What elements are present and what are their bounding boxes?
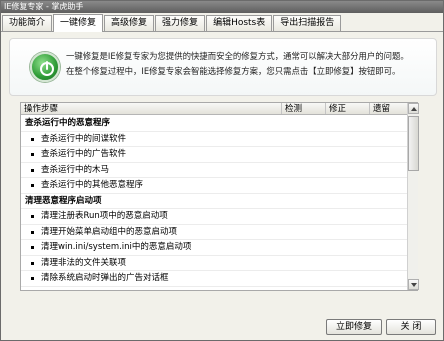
list-rows: 查杀运行中的恶意程序 查杀运行中的间谍软件 查杀运行中的广告软件 查杀运行中的木… — [21, 116, 407, 287]
repair-step-list: 操作步骤 检测 修正 遗留 查杀运行中的恶意程序 查杀运行中的间谍软件 查杀运行… — [20, 102, 419, 291]
list-item-label: 清理非法的文件关联项 — [41, 257, 127, 268]
bullet-icon — [31, 168, 34, 172]
tab-force-repair[interactable]: 强力修复 — [155, 15, 206, 31]
bullet-icon — [31, 261, 34, 265]
tab-one-click-repair[interactable]: 一键修复 — [53, 14, 104, 32]
list-item-label: 查杀运行中的木马 — [41, 164, 110, 175]
repair-now-button[interactable]: 立即修复 — [326, 319, 382, 335]
tab-function-intro[interactable]: 功能简介 — [2, 15, 53, 31]
list-item-label: 查杀运行中的广告软件 — [41, 149, 127, 159]
list-item[interactable]: 查杀运行中的广告软件 — [21, 147, 407, 163]
bullet-icon — [31, 184, 34, 187]
list-item-label: 清理win.ini/system.ini中的恶意启动项 — [41, 242, 192, 252]
list-item[interactable]: 查杀运行中的其他恶意程序 — [21, 178, 407, 194]
intro-line-1: 一键修复是IE修复专家为您提供的快捷而安全的修复方式，通常可以解决大部分用户的问… — [66, 51, 409, 61]
column-header-fix[interactable]: 修正 — [326, 103, 370, 114]
list-item-label: 查杀运行中的其他恶意程序 — [41, 180, 144, 190]
list-item[interactable]: 清理win.ini/system.ini中的恶意启动项 — [21, 240, 407, 256]
list-item-label: 清理注册表Run项中的恶意启动项 — [41, 211, 168, 221]
list-item-label: 清除系统启动时弹出的广告对话框 — [41, 273, 169, 283]
list-item[interactable]: 清除系统启动时弹出的广告对话框 — [21, 271, 407, 287]
list-item-label: 查杀运行中的间谍软件 — [41, 133, 127, 144]
close-button[interactable]: 关 闭 — [386, 319, 436, 335]
list-item[interactable]: 清理注册表Run项中的恶意启动项 — [21, 209, 407, 225]
intro-line-2: 在整个修复过程中，IE修复专家会智能选择修复方案，您只需点击【立即修复】按钮即可… — [66, 66, 401, 76]
column-header-remaining[interactable]: 遗留 — [370, 103, 407, 114]
title-bar: IE修复专家 - 掌虎助手 — [1, 1, 443, 13]
scroll-up-icon[interactable] — [408, 103, 419, 114]
tab-advanced-repair[interactable]: 高级修复 — [104, 15, 155, 31]
main-window: IE修复专家 - 掌虎助手 功能简介 一键修复 高级修复 强力修复 编辑Host… — [0, 0, 444, 341]
group-title: 查杀运行中的恶意程序 — [21, 116, 407, 132]
list-item[interactable]: 查杀运行中的间谍软件 — [21, 132, 407, 147]
intro-panel: 一键修复是IE修复专家为您提供的快捷而安全的修复方式，通常可以解决大部分用户的问… — [9, 38, 437, 96]
tab-bar: 功能简介 一键修复 高级修复 强力修复 编辑Hosts表 导出扫描报告 — [1, 14, 443, 32]
app-logo-icon — [30, 52, 60, 82]
bullet-icon — [31, 230, 34, 234]
column-header-detect[interactable]: 检测 — [282, 103, 326, 114]
list-item-label: 清理开始菜单启动组中的恶意启动项 — [41, 226, 178, 237]
tab-export-report[interactable]: 导出扫描报告 — [273, 15, 342, 31]
bullet-icon — [31, 153, 34, 156]
vertical-scrollbar[interactable] — [407, 103, 419, 290]
list-item[interactable]: 清理开始菜单启动组中的恶意启动项 — [21, 225, 407, 240]
tab-edit-hosts[interactable]: 编辑Hosts表 — [206, 15, 273, 31]
intro-text: 一键修复是IE修复专家为您提供的快捷而安全的修复方式，通常可以解决大部分用户的问… — [66, 49, 432, 79]
bullet-icon — [31, 246, 34, 249]
group-title: 清理恶意程序启动项 — [21, 194, 407, 209]
bullet-icon — [31, 137, 34, 141]
bullet-icon — [31, 277, 34, 280]
list-header: 操作步骤 检测 修正 遗留 — [21, 103, 407, 115]
list-item[interactable]: 清理非法的文件关联项 — [21, 256, 407, 271]
list-item[interactable]: 查杀运行中的木马 — [21, 163, 407, 178]
bullet-icon — [31, 215, 34, 218]
column-header-step[interactable]: 操作步骤 — [21, 103, 282, 114]
scrollbar-thumb[interactable] — [408, 116, 419, 171]
scroll-down-icon[interactable] — [408, 279, 419, 290]
